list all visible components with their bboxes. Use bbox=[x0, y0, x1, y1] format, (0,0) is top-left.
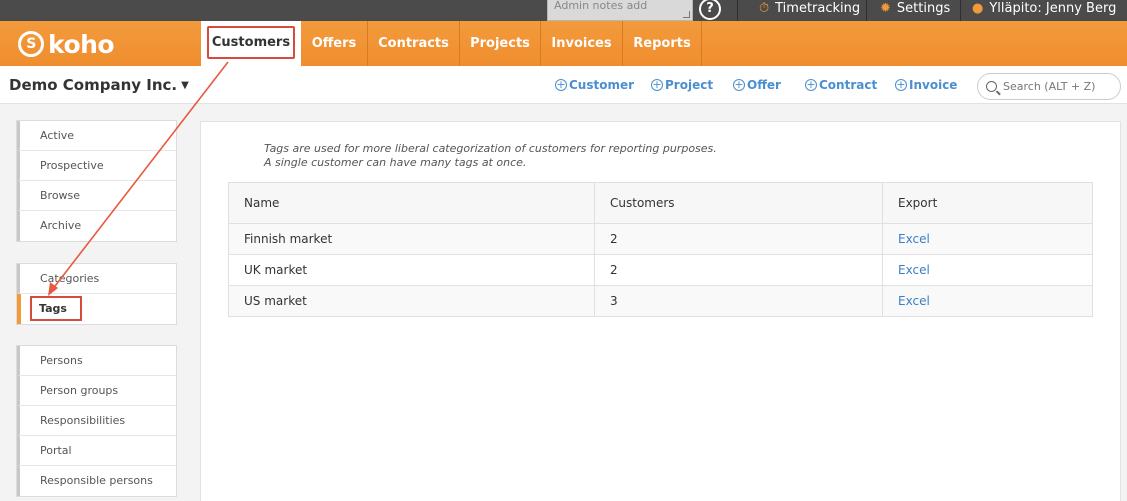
description-line-2: A single customer can have many tags at … bbox=[264, 156, 527, 169]
gear-icon: ✹ bbox=[880, 1, 891, 16]
divider bbox=[737, 0, 738, 21]
export-cell: Excel bbox=[882, 223, 1093, 255]
tab-contracts[interactable]: Contracts bbox=[368, 21, 460, 66]
stopwatch-icon: ⏱ bbox=[759, 1, 770, 16]
column-header-export: Export bbox=[882, 182, 1093, 224]
add-offer-label: Offer bbox=[747, 78, 781, 92]
top-bar: Admin notes add ? ⏱ Timetracking ✹ Setti… bbox=[0, 0, 1127, 21]
resize-grip-icon[interactable] bbox=[683, 11, 690, 18]
sidebar-customer-status: Active Prospective Browse Archive bbox=[16, 120, 177, 242]
caret-down-icon: ▼ bbox=[181, 80, 189, 91]
export-cell: Excel bbox=[882, 285, 1093, 317]
add-invoice-label: Invoice bbox=[909, 78, 958, 92]
tags-panel: Tags are used for more liberal categoriz… bbox=[200, 121, 1121, 501]
tab-projects[interactable]: Projects bbox=[460, 21, 541, 66]
tag-name[interactable]: UK market bbox=[228, 254, 595, 286]
help-icon[interactable]: ? bbox=[699, 0, 721, 20]
sidebar-item-responsible-persons[interactable]: Responsible persons bbox=[17, 466, 176, 496]
tag-customer-count: 2 bbox=[594, 254, 883, 286]
logo-text: koho bbox=[48, 29, 115, 59]
add-invoice-button[interactable]: + Invoice bbox=[895, 78, 957, 92]
tag-customer-count: 2 bbox=[594, 223, 883, 255]
user-icon: ● bbox=[972, 1, 984, 16]
sidebar-item-person-groups[interactable]: Person groups bbox=[17, 376, 176, 406]
user-label: Ylläpito: Jenny Berg bbox=[989, 1, 1117, 16]
column-header-customers[interactable]: Customers bbox=[594, 182, 883, 224]
plus-circle-icon: + bbox=[895, 78, 907, 91]
tag-customer-count: 3 bbox=[594, 285, 883, 317]
plus-circle-icon: + bbox=[733, 78, 745, 91]
tab-invoices[interactable]: Invoices bbox=[541, 21, 623, 66]
logo-mark-icon: S bbox=[18, 31, 44, 57]
tag-name[interactable]: US market bbox=[228, 285, 595, 317]
koho-logo[interactable]: S koho bbox=[18, 29, 115, 59]
add-customer-button[interactable]: + Customer bbox=[555, 78, 634, 92]
table-header-row: Name Customers Export bbox=[228, 182, 1093, 224]
sidebar-item-tags-label: Tags bbox=[30, 296, 82, 321]
table-row: US market 3 Excel bbox=[228, 285, 1093, 317]
tags-table: Name Customers Export Finnish market 2 E… bbox=[228, 182, 1093, 317]
sidebar-item-prospective[interactable]: Prospective bbox=[17, 151, 176, 181]
timetracking-button[interactable]: ⏱ Timetracking bbox=[759, 0, 860, 21]
settings-button[interactable]: ✹ Settings bbox=[880, 0, 950, 21]
export-cell: Excel bbox=[882, 254, 1093, 286]
divider bbox=[866, 0, 867, 21]
tag-name[interactable]: Finnish market bbox=[228, 223, 595, 255]
search-input[interactable] bbox=[1003, 80, 1113, 93]
tab-customers[interactable]: Customers bbox=[201, 21, 301, 66]
search-box[interactable] bbox=[977, 73, 1121, 100]
sidebar-item-portal[interactable]: Portal bbox=[17, 436, 176, 466]
sidebar-classification: Categories Tags bbox=[16, 263, 177, 325]
sidebar-item-persons[interactable]: Persons bbox=[17, 346, 176, 376]
table-row: UK market 2 Excel bbox=[228, 254, 1093, 286]
company-selector[interactable]: Demo Company Inc. ▼ bbox=[9, 76, 189, 94]
main-navbar: S koho Customers Offers Contracts Projec… bbox=[0, 21, 1127, 66]
company-name: Demo Company Inc. bbox=[9, 76, 178, 94]
divider bbox=[960, 0, 961, 21]
add-project-button[interactable]: + Project bbox=[651, 78, 713, 92]
excel-export-link[interactable]: Excel bbox=[898, 263, 930, 277]
tab-offers[interactable]: Offers bbox=[301, 21, 368, 66]
timetracking-label: Timetracking bbox=[775, 1, 861, 16]
add-contract-button[interactable]: + Contract bbox=[805, 78, 877, 92]
table-row: Finnish market 2 Excel bbox=[228, 223, 1093, 255]
tab-customers-label: Customers bbox=[207, 26, 295, 59]
add-contract-label: Contract bbox=[819, 78, 878, 92]
sidebar-item-archive[interactable]: Archive bbox=[17, 211, 176, 241]
admin-notes-placeholder: Admin notes add bbox=[554, 0, 648, 12]
sidebar-item-responsibilities[interactable]: Responsibilities bbox=[17, 406, 176, 436]
add-offer-button[interactable]: + Offer bbox=[733, 78, 781, 92]
sidebar-item-browse[interactable]: Browse bbox=[17, 181, 176, 211]
sidebar-item-active[interactable]: Active bbox=[17, 121, 176, 151]
add-project-label: Project bbox=[665, 78, 714, 92]
sidebar-item-categories[interactable]: Categories bbox=[17, 264, 176, 294]
sidebar-item-tags[interactable]: Tags bbox=[17, 294, 176, 324]
column-header-name[interactable]: Name bbox=[228, 182, 595, 224]
sub-header: Demo Company Inc. ▼ + Customer + Project … bbox=[0, 66, 1127, 104]
search-icon bbox=[986, 81, 997, 92]
excel-export-link[interactable]: Excel bbox=[898, 294, 930, 308]
plus-circle-icon: + bbox=[651, 78, 663, 91]
admin-notes-field[interactable]: Admin notes add bbox=[547, 0, 693, 21]
sidebar-persons: Persons Person groups Responsibilities P… bbox=[16, 345, 177, 497]
add-customer-label: Customer bbox=[569, 78, 635, 92]
user-menu[interactable]: ● Ylläpito: Jenny Berg bbox=[972, 0, 1116, 21]
tab-reports[interactable]: Reports bbox=[623, 21, 702, 66]
description-line-1: Tags are used for more liberal categoriz… bbox=[264, 142, 717, 155]
plus-circle-icon: + bbox=[805, 78, 817, 91]
tags-description: Tags are used for more liberal categoriz… bbox=[264, 142, 717, 170]
excel-export-link[interactable]: Excel bbox=[898, 232, 930, 246]
settings-label: Settings bbox=[896, 1, 951, 16]
plus-circle-icon: + bbox=[555, 78, 567, 91]
